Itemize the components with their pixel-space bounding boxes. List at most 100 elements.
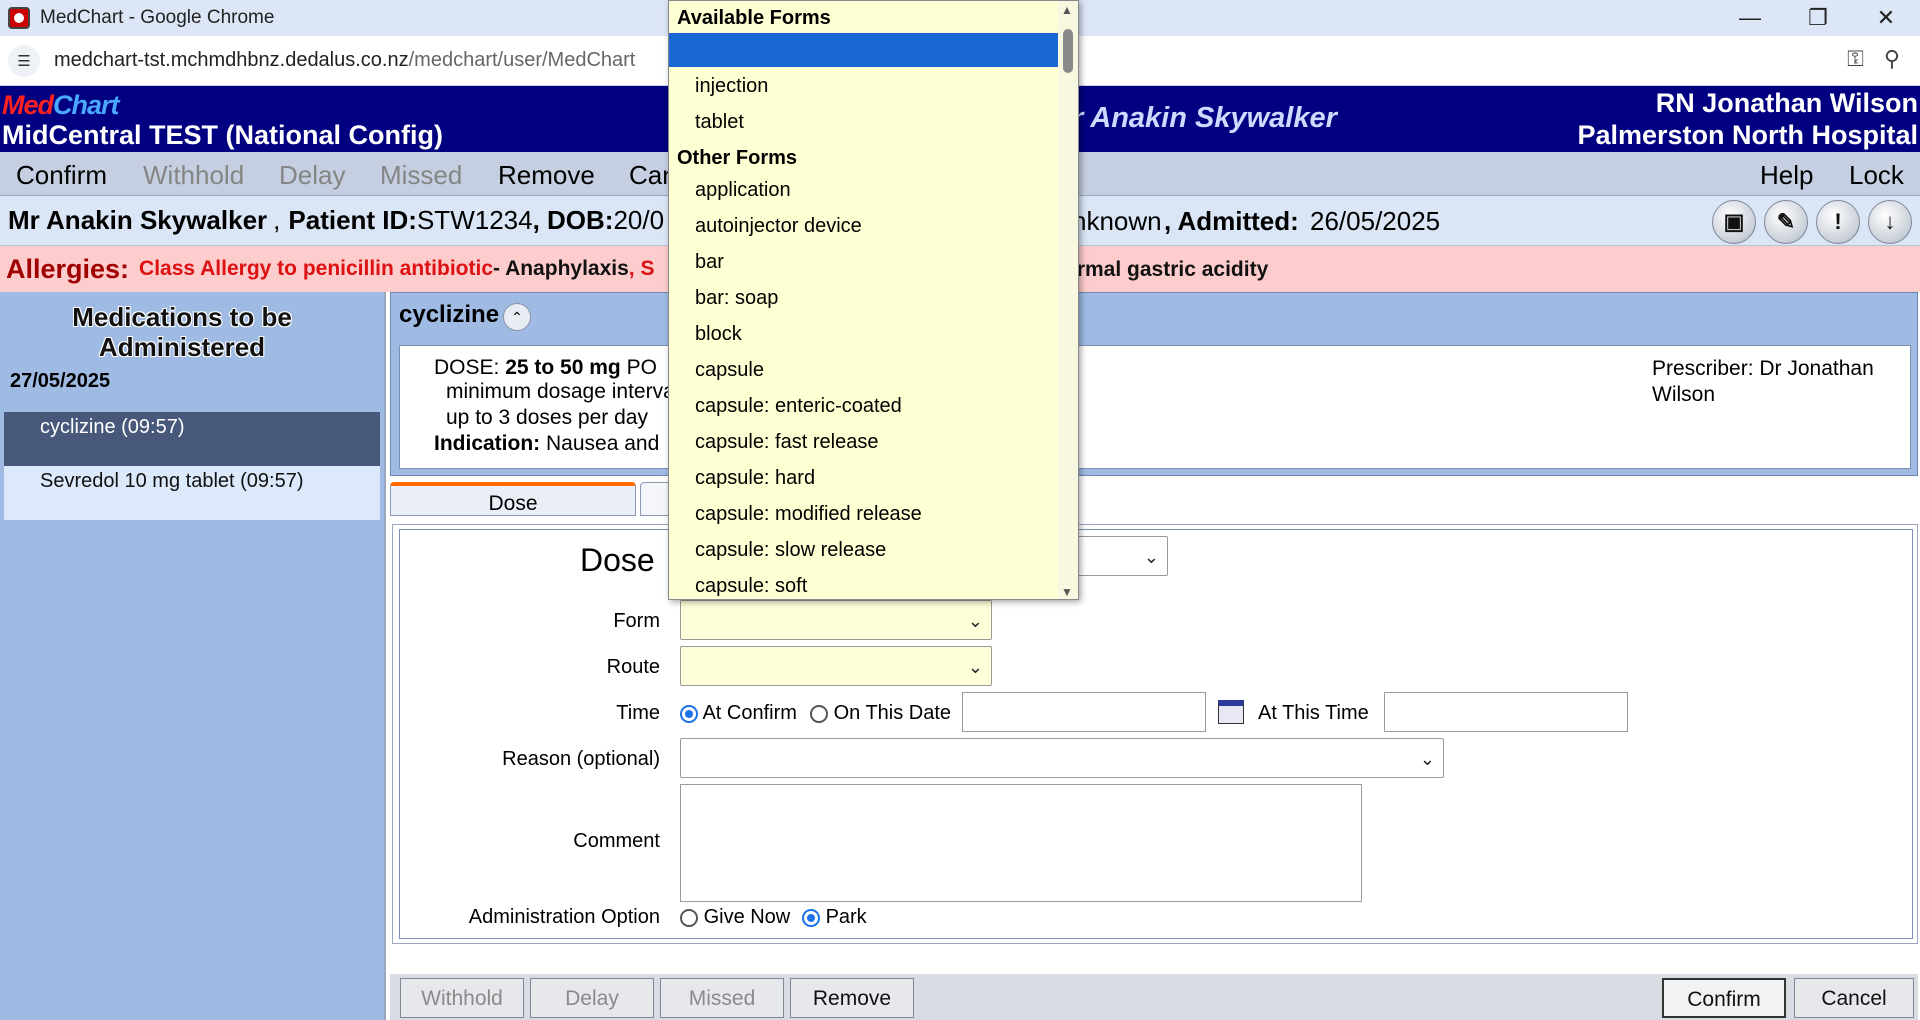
- url-path: /medchart/user/MedChart: [408, 49, 636, 71]
- collapse-icon[interactable]: ⌃: [503, 303, 531, 331]
- give-now-option[interactable]: Give Now: [680, 906, 790, 929]
- chevron-down-icon: ⌄: [967, 611, 983, 631]
- chevron-down-icon: ⌄: [967, 657, 983, 677]
- indication-line: Indication: Nausea and: [434, 432, 660, 455]
- site-name: MidCentral TEST (National Config): [2, 120, 443, 150]
- dropdown-option-blank[interactable]: [669, 33, 1059, 67]
- scrollbar-thumb[interactable]: [1063, 29, 1073, 73]
- drug-name: cyclizine: [399, 301, 500, 328]
- dob-label: , DOB:: [532, 205, 614, 235]
- allergy-reaction: - Anaphylaxis: [493, 257, 629, 280]
- dropdown-option[interactable]: application: [669, 173, 1059, 207]
- tab-dose[interactable]: Dose: [390, 482, 636, 516]
- menu-confirm[interactable]: Confirm: [16, 160, 107, 191]
- minimize-icon[interactable]: —: [1716, 0, 1784, 36]
- drug-summary: cyclizine ⌃ DOSE: 25 to 50 mg PO minimum…: [390, 292, 1918, 476]
- date-input[interactable]: [962, 692, 1206, 732]
- url-host: medchart-tst.mchmdhbnz.dedalus.co.nz: [54, 49, 409, 71]
- medications-title: Medications to be Administered: [72, 302, 292, 362]
- on-this-date-option[interactable]: On This Date: [810, 702, 951, 725]
- dropdown-option[interactable]: capsule: fast release: [669, 425, 1059, 459]
- allergy-tail: ormal gastric acidity: [1064, 258, 1269, 281]
- dropdown-option[interactable]: capsule: soft: [669, 569, 1059, 599]
- dropdown-option[interactable]: autoinjector device: [669, 209, 1059, 243]
- comment-textarea[interactable]: [680, 784, 1362, 902]
- interval-line: minimum dosage interva: [446, 380, 675, 403]
- key-icon[interactable]: ⚿: [1847, 46, 1864, 72]
- expand-down-icon[interactable]: ↓: [1868, 200, 1912, 244]
- medchart-app-icon: [8, 7, 30, 29]
- dropdown-scrollbar[interactable]: ▲ ▼: [1058, 1, 1078, 599]
- reason-select[interactable]: ⌄: [680, 738, 1444, 778]
- remove-button[interactable]: Remove: [790, 978, 914, 1018]
- address-bar-icons: ⚿ ⚲: [1847, 46, 1900, 72]
- dropdown-option[interactable]: capsule: slow release: [669, 533, 1059, 567]
- cancel-button[interactable]: Cancel: [1794, 978, 1914, 1018]
- radio-checked-icon: [680, 704, 698, 723]
- form-select[interactable]: ⌄: [680, 600, 992, 640]
- menu-delay[interactable]: Delay: [279, 160, 345, 191]
- url-field[interactable]: medchart-tst.mchmdhbnz.dedalus.co.nz/med…: [54, 49, 635, 72]
- route-select[interactable]: ⌄: [680, 646, 992, 686]
- dropdown-option[interactable]: bar: [669, 245, 1059, 279]
- time-input[interactable]: [1384, 692, 1628, 732]
- delay-button[interactable]: Delay: [530, 978, 654, 1018]
- current-user: RN Jonathan Wilson: [1655, 88, 1918, 118]
- site-info-icon[interactable]: ☰: [8, 44, 40, 77]
- park-option[interactable]: Park: [802, 906, 867, 929]
- dropdown-option[interactable]: tablet: [669, 105, 1059, 139]
- missed-button[interactable]: Missed: [660, 978, 784, 1018]
- form-label: Form: [613, 610, 660, 632]
- menu-lock[interactable]: Lock: [1849, 160, 1904, 191]
- close-icon[interactable]: ✕: [1852, 0, 1920, 36]
- patient-id: STW1234: [416, 205, 533, 235]
- form-dropdown-list[interactable]: Available Forms injection tablet Other F…: [668, 0, 1079, 600]
- confirm-button[interactable]: Confirm: [1662, 978, 1786, 1018]
- edit-note-icon[interactable]: ✎: [1764, 200, 1808, 244]
- dropdown-option[interactable]: capsule: hard: [669, 461, 1059, 495]
- dropdown-group-other: Other Forms: [677, 147, 798, 169]
- med-list-item[interactable]: cyclizine (09:57): [4, 412, 380, 466]
- scroll-up-icon: ▲: [1061, 3, 1073, 17]
- dropdown-group-available: Available Forms: [677, 7, 831, 29]
- calendar-icon[interactable]: [1218, 700, 1244, 724]
- patient-id-label: Patient ID:: [288, 205, 417, 235]
- dropdown-option[interactable]: capsule: [669, 353, 1059, 387]
- dose-label: Dose: [580, 542, 655, 578]
- menu-missed[interactable]: Missed: [380, 160, 462, 191]
- dropdown-option[interactable]: capsule: modified release: [669, 497, 1059, 531]
- allergy-second-start: , S: [628, 257, 655, 280]
- dropdown-option[interactable]: capsule: enteric-coated: [669, 389, 1059, 423]
- dropdown-option[interactable]: bar: soap: [669, 281, 1059, 315]
- header-patient-name: r Anakin Skywalker: [1072, 102, 1337, 134]
- administration-date: 27/05/2025: [10, 370, 111, 392]
- main-panel: cyclizine ⌃ DOSE: 25 to 50 mg PO minimum…: [384, 292, 1920, 1020]
- dropdown-option[interactable]: block: [669, 317, 1059, 351]
- chevron-down-icon: ⌄: [1419, 749, 1435, 769]
- frequency-line: up to 3 doses per day: [446, 406, 648, 429]
- patient-name: Mr Anakin Skywalker: [8, 205, 268, 235]
- patient-unknown-field: nknown: [1072, 206, 1162, 236]
- restore-icon[interactable]: ❐: [1784, 0, 1852, 36]
- medchart-logo: MedChart: [2, 90, 120, 120]
- dropdown-option[interactable]: injection: [669, 69, 1059, 103]
- prescriber: Prescriber: Dr Jonathan Wilson: [1652, 357, 1874, 406]
- radio-checked-icon: [802, 908, 820, 927]
- drug-detail-box: DOSE: 25 to 50 mg PO minimum dosage inte…: [399, 345, 1911, 469]
- med-list-item[interactable]: Sevredol 10 mg tablet (09:57): [4, 466, 380, 520]
- alert-icon[interactable]: !: [1816, 200, 1860, 244]
- action-bar: Withhold Delay Missed Remove Confirm Can…: [390, 974, 1918, 1020]
- withhold-button[interactable]: Withhold: [400, 978, 524, 1018]
- menu-withhold[interactable]: Withhold: [143, 160, 244, 191]
- at-confirm-option[interactable]: At Confirm: [680, 702, 797, 725]
- lock-patient-icon[interactable]: ▣: [1712, 200, 1756, 244]
- at-this-time-label: At This Time: [1258, 702, 1369, 724]
- zoom-icon[interactable]: ⚲: [1884, 46, 1900, 72]
- menu-help[interactable]: Help: [1760, 160, 1813, 191]
- admin-option-label: Administration Option: [468, 906, 660, 928]
- menu-remove[interactable]: Remove: [498, 160, 595, 191]
- medications-panel: Medications to be Administered 27/05/202…: [0, 292, 384, 1020]
- tab-bar: Dose: [390, 482, 1918, 516]
- reason-label: Reason (optional): [502, 748, 660, 770]
- allergies-label: Allergies:: [6, 253, 130, 284]
